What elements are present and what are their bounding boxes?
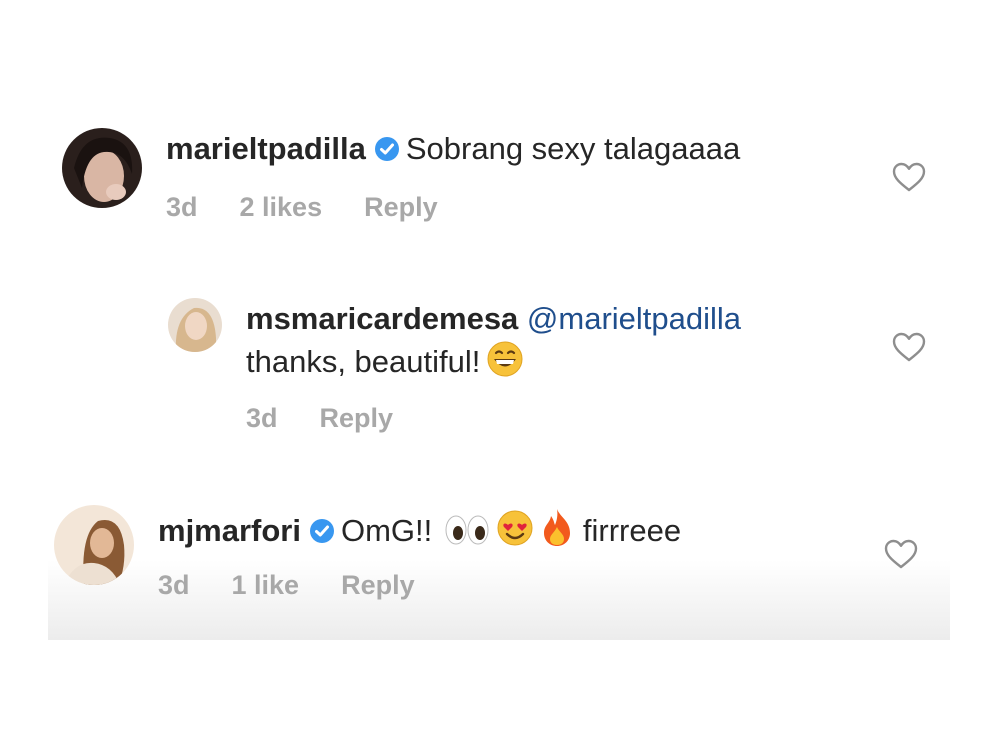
fire-emoji-icon — [540, 507, 574, 556]
comment-text: thanks, beautiful! — [246, 344, 481, 379]
timestamp: 3d — [158, 570, 190, 600]
like-heart-icon[interactable] — [884, 539, 918, 569]
comment-text-suffix: firrreee — [582, 513, 682, 548]
username[interactable]: marieltpadilla — [166, 131, 366, 166]
mention-link[interactable]: @marieltpadilla — [527, 301, 741, 336]
comment-text: OmG!! — [340, 513, 433, 548]
reply-button[interactable]: Reply — [364, 192, 438, 223]
like-heart-icon[interactable] — [892, 162, 926, 192]
timestamp: 3d — [166, 192, 198, 222]
likes-count[interactable]: 1 like — [232, 570, 300, 601]
avatar[interactable] — [168, 298, 222, 352]
heart-eyes-emoji-icon — [496, 509, 534, 556]
reply-button[interactable]: Reply — [320, 403, 394, 434]
avatar[interactable] — [62, 128, 142, 208]
eyes-emoji-icon — [444, 513, 490, 556]
likes-count[interactable]: 2 likes — [240, 192, 323, 223]
timestamp: 3d — [246, 403, 278, 433]
verified-badge-icon — [374, 133, 400, 171]
verified-badge-icon — [309, 515, 335, 553]
reply-button[interactable]: Reply — [341, 570, 415, 601]
username[interactable]: msmaricardemesa — [246, 301, 518, 336]
comment-text: Sobrang sexy talagaaaa — [405, 131, 741, 166]
username[interactable]: mjmarfori — [158, 513, 301, 548]
grinning-face-emoji-icon — [486, 340, 524, 387]
like-heart-icon[interactable] — [892, 332, 926, 362]
avatar[interactable] — [54, 505, 134, 585]
